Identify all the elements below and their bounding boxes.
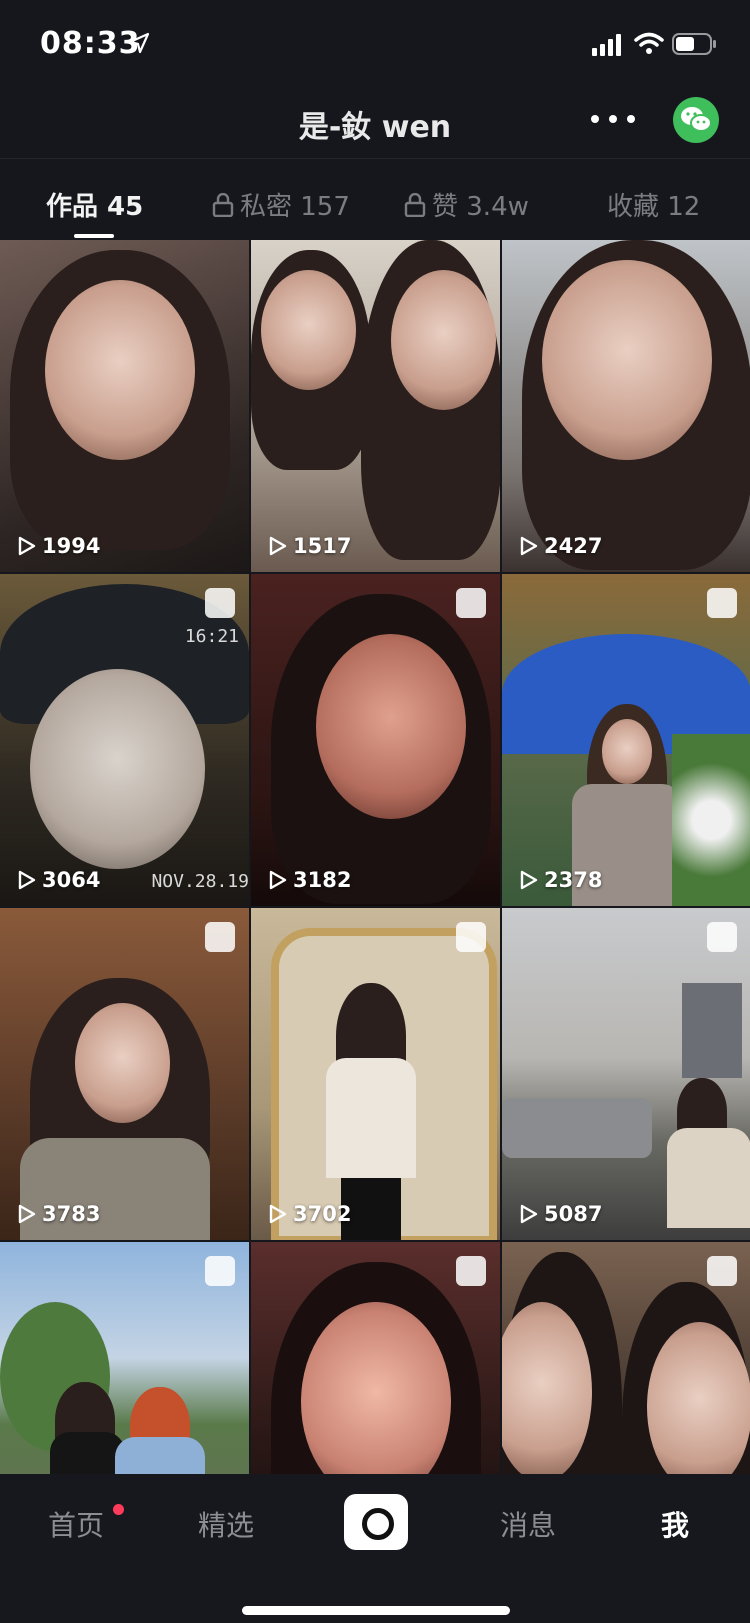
thumbnail-face <box>647 1322 750 1492</box>
status-time: 08:33 <box>40 26 141 61</box>
flowers <box>672 734 750 906</box>
nav-messages[interactable]: 消息 <box>500 1504 556 1544</box>
view-count: 5087 <box>520 1202 602 1226</box>
album-badge-icon <box>456 588 486 618</box>
tab-favorites-label: 收藏 12 <box>607 192 701 222</box>
play-icon <box>18 536 36 556</box>
lock-icon <box>212 193 234 217</box>
tab-works[interactable]: 作品 45 <box>46 186 143 223</box>
thumbnail-face <box>542 260 712 460</box>
view-count-text: 2378 <box>544 868 603 892</box>
view-count-text: 1517 <box>293 534 352 558</box>
tab-private-label: 私密 157 <box>240 192 350 222</box>
camera-button[interactable] <box>344 1494 408 1550</box>
album-badge-icon <box>456 1256 486 1286</box>
home-indicator <box>242 1606 510 1615</box>
view-count: 3783 <box>18 1202 100 1226</box>
nav-me[interactable]: 我 <box>661 1504 689 1544</box>
parked-cars <box>502 1098 652 1158</box>
video-thumbnail[interactable]: 2378 <box>502 574 750 906</box>
thumbnail-face <box>261 270 356 390</box>
wifi-icon <box>634 32 664 54</box>
nav-home[interactable]: 首页 <box>48 1504 104 1544</box>
profile-header: 是-釹 wen <box>0 90 750 158</box>
nav-featured[interactable]: 精选 <box>198 1504 254 1544</box>
thumbnail-body <box>667 1128 750 1228</box>
tab-favorites[interactable]: 收藏 12 <box>607 186 700 223</box>
bottom-nav: 首页 精选 消息 我 <box>0 1474 750 1623</box>
view-count: 2378 <box>520 868 602 892</box>
play-icon <box>269 1204 287 1224</box>
video-thumbnail[interactable]: 5087 <box>502 908 750 1240</box>
lock-icon <box>404 193 426 217</box>
play-icon <box>18 1204 36 1224</box>
tab-likes[interactable]: 赞 3.4w <box>404 186 529 223</box>
view-count: 3182 <box>269 868 351 892</box>
thumbnail-face <box>30 669 205 869</box>
view-count: 3702 <box>269 1202 351 1226</box>
view-count: 3064 <box>18 868 100 892</box>
video-thumbnail[interactable]: 1517 <box>251 240 500 572</box>
thumbnail-face <box>316 634 466 819</box>
view-count: 2427 <box>520 534 602 558</box>
album-badge-icon <box>205 922 235 952</box>
header-divider <box>0 158 750 159</box>
status-bar: 08:33 <box>0 0 750 90</box>
view-count-text: 3783 <box>42 1202 101 1226</box>
album-badge-icon <box>707 922 737 952</box>
timestamp-time: 16:21 <box>184 626 239 647</box>
view-count-text: 3702 <box>293 1202 352 1226</box>
view-count-text: 3064 <box>42 868 101 892</box>
view-count: 1994 <box>18 534 100 558</box>
view-count-text: 2427 <box>544 534 603 558</box>
building <box>682 983 742 1078</box>
album-badge-icon <box>205 588 235 618</box>
thumbnail-face <box>75 1003 170 1123</box>
tab-likes-label: 赞 3.4w <box>432 192 529 222</box>
video-thumbnail[interactable]: 3702 <box>251 908 500 1240</box>
view-count-text: 5087 <box>544 1202 603 1226</box>
play-icon <box>18 870 36 890</box>
album-badge-icon <box>707 1256 737 1286</box>
play-icon <box>269 536 287 556</box>
thumbnail-body <box>326 1058 416 1178</box>
thumbnail-face <box>602 719 652 784</box>
more-options-icon[interactable] <box>588 104 638 134</box>
album-badge-icon <box>205 1256 235 1286</box>
thumbnail-face <box>391 270 496 410</box>
thumbnail-face <box>301 1302 451 1502</box>
tab-works-label: 作品 45 <box>46 192 144 222</box>
play-icon <box>520 870 538 890</box>
play-icon <box>269 870 287 890</box>
album-badge-icon <box>456 922 486 952</box>
view-count-text: 3182 <box>293 868 352 892</box>
location-arrow-icon <box>128 32 150 54</box>
play-icon <box>520 1204 538 1224</box>
view-count: 1517 <box>269 534 351 558</box>
video-thumbnail[interactable]: 1994 <box>0 240 249 572</box>
album-badge-icon <box>707 588 737 618</box>
notification-dot <box>113 1504 124 1515</box>
timestamp-date: NOV.28.19 <box>151 871 249 892</box>
active-tab-indicator <box>74 234 114 238</box>
video-thumbnail[interactable]: 2427 <box>502 240 750 572</box>
battery-icon <box>672 33 716 55</box>
cellular-signal-icon <box>592 34 621 56</box>
wechat-share-button[interactable] <box>673 97 719 143</box>
view-count-text: 1994 <box>42 534 101 558</box>
thumbnail-face <box>45 280 195 460</box>
video-thumbnail[interactable]: 3182 <box>251 574 500 906</box>
profile-tabs: 作品 45 私密 157 赞 3.4w 收藏 12 <box>0 180 750 240</box>
tab-private[interactable]: 私密 157 <box>212 186 350 223</box>
wechat-icon <box>681 107 712 132</box>
video-thumbnail[interactable]: 16:21 NOV.28.19 3064 <box>0 574 249 906</box>
camera-record-icon <box>362 1508 394 1540</box>
play-icon <box>520 536 538 556</box>
video-thumbnail[interactable]: 3783 <box>0 908 249 1240</box>
